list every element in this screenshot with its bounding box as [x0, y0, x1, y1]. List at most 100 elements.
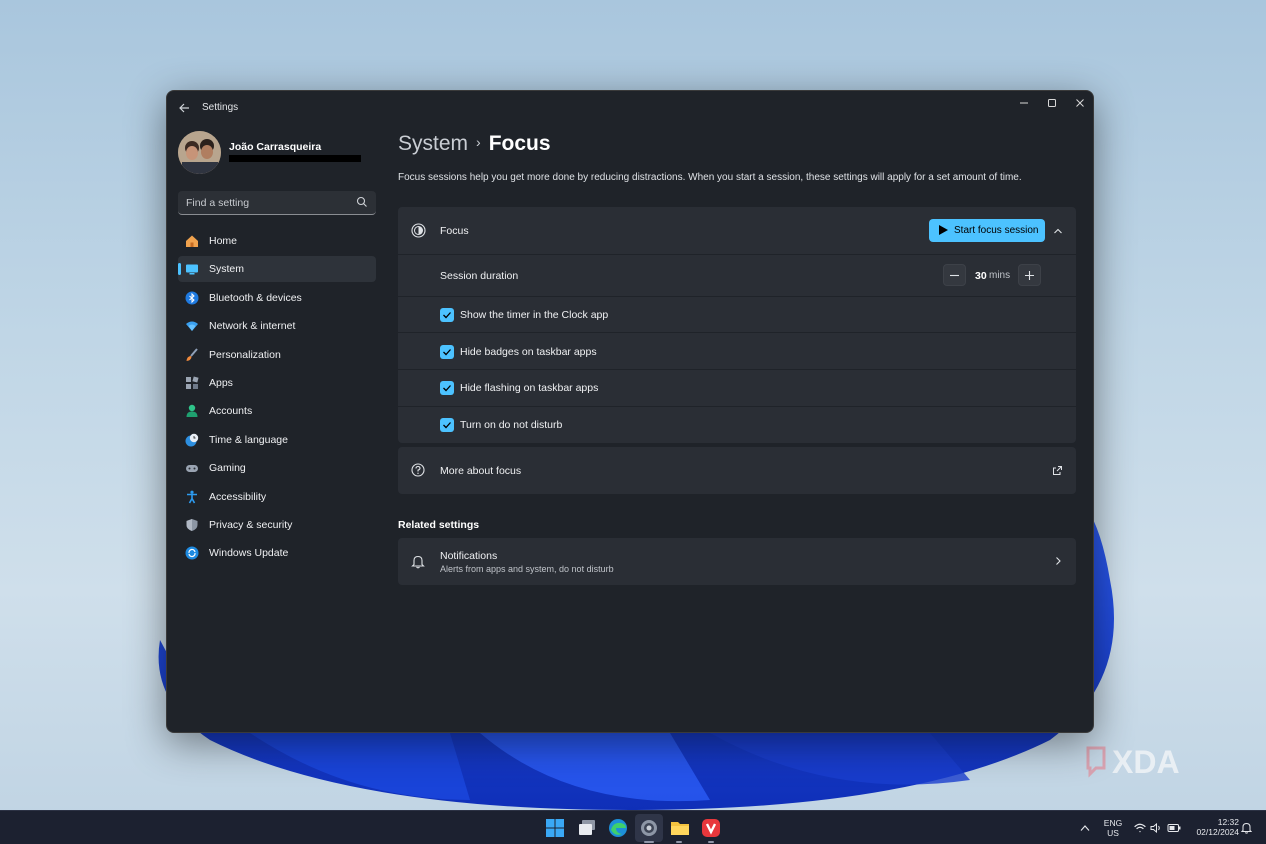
- region-code: US: [1107, 828, 1119, 838]
- settings-icon[interactable]: [638, 817, 660, 839]
- sidebar-item-bluetooth[interactable]: Bluetooth & devices: [178, 285, 376, 311]
- user-name: João Carrasqueira: [229, 141, 322, 153]
- sidebar-item-label: Windows Update: [209, 547, 289, 560]
- focus-header-row[interactable]: Focus Start focus session: [398, 207, 1076, 254]
- language-code: ENG: [1103, 818, 1123, 828]
- vivaldi-icon[interactable]: [700, 817, 722, 839]
- sidebar-item-label: Apps: [209, 376, 233, 389]
- checkmark-icon: [443, 385, 451, 392]
- more-about-focus-link[interactable]: More about focus: [398, 447, 1076, 494]
- minus-icon: [950, 274, 959, 277]
- edge-icon[interactable]: [607, 817, 629, 839]
- sidebar-item-label: Personalization: [209, 348, 281, 361]
- running-indicator: [708, 841, 714, 843]
- sidebar-item-label: Accessibility: [209, 490, 267, 503]
- decrease-duration-button[interactable]: [943, 264, 966, 286]
- duration-value: 30: [975, 270, 987, 282]
- duration-unit: mins: [989, 270, 1011, 281]
- checkmark-icon: [443, 349, 451, 356]
- update-icon: [185, 546, 199, 560]
- sidebar-item-accessibility[interactable]: Accessibility: [178, 484, 376, 510]
- sidebar-item-windows-update[interactable]: Windows Update: [178, 540, 376, 566]
- breadcrumb-parent[interactable]: System: [398, 132, 468, 155]
- running-indicator: [644, 841, 654, 843]
- sidebar-item-home[interactable]: Home: [178, 228, 376, 254]
- app-title: Settings: [202, 102, 239, 113]
- option-row: Hide flashing on taskbar apps: [398, 370, 1076, 406]
- svg-text:XDA: XDA: [1112, 744, 1180, 780]
- notification-bell-icon[interactable]: [1241, 822, 1252, 834]
- clock[interactable]: 12:32 02/12/2024: [1187, 817, 1239, 837]
- accessibility-icon: [187, 490, 197, 503]
- option-row: Hide badges on taskbar apps: [398, 333, 1076, 369]
- more-about-focus-label: More about focus: [440, 465, 522, 477]
- user-profile[interactable]: João Carrasqueira: [178, 131, 378, 177]
- back-arrow-icon: [179, 103, 189, 113]
- sidebar-item-personalization[interactable]: Personalization: [178, 342, 376, 368]
- external-link-icon: [1053, 466, 1062, 475]
- sidebar-item-system[interactable]: System: [178, 256, 376, 283]
- sidebar-item-privacy-security[interactable]: Privacy & security: [178, 512, 376, 538]
- start-focus-session-button[interactable]: Start focus session: [929, 219, 1045, 242]
- help-icon: [411, 463, 425, 477]
- volume-icon[interactable]: [1150, 823, 1162, 833]
- hide-badges-checkbox[interactable]: [440, 345, 454, 359]
- do-not-disturb-checkbox[interactable]: [440, 418, 454, 432]
- running-indicator: [676, 841, 682, 843]
- option-row: Turn on do not disturb: [398, 407, 1076, 443]
- task-view-icon[interactable]: [576, 817, 598, 839]
- avatar: [178, 131, 221, 174]
- title-bar: Settings: [167, 91, 1093, 125]
- close-icon: [1076, 99, 1084, 107]
- search-icon[interactable]: [356, 196, 368, 208]
- chevron-right-icon: [1056, 557, 1061, 565]
- clock-date: 02/12/2024: [1196, 827, 1239, 837]
- start-focus-session-label: Start focus session: [954, 225, 1039, 236]
- sidebar-item-label: Home: [209, 235, 238, 247]
- sidebar-item-time-language[interactable]: Time & language: [178, 427, 376, 453]
- session-duration-row: Session duration 30 mins: [398, 255, 1076, 296]
- language-indicator[interactable]: ENG US: [1101, 818, 1125, 838]
- sidebar-item-gaming[interactable]: Gaming: [178, 455, 376, 481]
- increase-duration-button[interactable]: [1018, 264, 1041, 286]
- bluetooth-icon: [185, 291, 199, 305]
- option-label: Hide badges on taskbar apps: [460, 346, 597, 358]
- sidebar-item-label: Gaming: [209, 462, 246, 475]
- notifications-link[interactable]: Notifications Alerts from apps and syste…: [398, 538, 1076, 585]
- battery-icon[interactable]: [1167, 823, 1181, 833]
- search-box[interactable]: [178, 191, 376, 215]
- related-settings-heading: Related settings: [398, 519, 480, 531]
- option-label: Hide flashing on taskbar apps: [460, 382, 599, 394]
- checkmark-icon: [443, 422, 451, 429]
- wifi-icon[interactable]: [1134, 823, 1146, 833]
- minimize-button[interactable]: [1010, 93, 1038, 117]
- sidebar-item-label: Accounts: [209, 405, 253, 418]
- show-timer-checkbox[interactable]: [440, 308, 454, 322]
- apps-icon: [186, 376, 199, 389]
- chevron-up-icon[interactable]: [1080, 824, 1090, 832]
- start-icon[interactable]: [544, 817, 566, 839]
- option-row: Show the timer in the Clock app: [398, 297, 1076, 332]
- accounts-icon: [186, 405, 198, 418]
- option-label: Turn on do not disturb: [460, 419, 563, 431]
- sidebar-item-network[interactable]: Network & internet: [178, 313, 376, 339]
- search-input[interactable]: [186, 195, 346, 211]
- clock-globe-icon: [185, 433, 199, 447]
- plus-icon: [1025, 271, 1034, 280]
- close-button[interactable]: [1066, 93, 1093, 117]
- redacted-email: [229, 155, 361, 162]
- chevron-up-icon[interactable]: [1052, 225, 1064, 237]
- focus-title: Focus: [440, 225, 469, 237]
- wifi-icon: [186, 321, 198, 332]
- hide-flashing-checkbox[interactable]: [440, 381, 454, 395]
- back-button[interactable]: [175, 99, 193, 117]
- breadcrumb: System › Focus: [398, 132, 551, 156]
- shield-icon: [186, 518, 198, 531]
- sidebar-item-label: Network & internet: [209, 320, 296, 333]
- file-explorer-icon[interactable]: [669, 817, 691, 839]
- notifications-title: Notifications: [440, 550, 498, 562]
- sidebar-item-accounts[interactable]: Accounts: [178, 398, 376, 424]
- maximize-button[interactable]: [1038, 93, 1066, 117]
- minimize-icon: [1020, 102, 1028, 104]
- sidebar-item-apps[interactable]: Apps: [178, 370, 376, 396]
